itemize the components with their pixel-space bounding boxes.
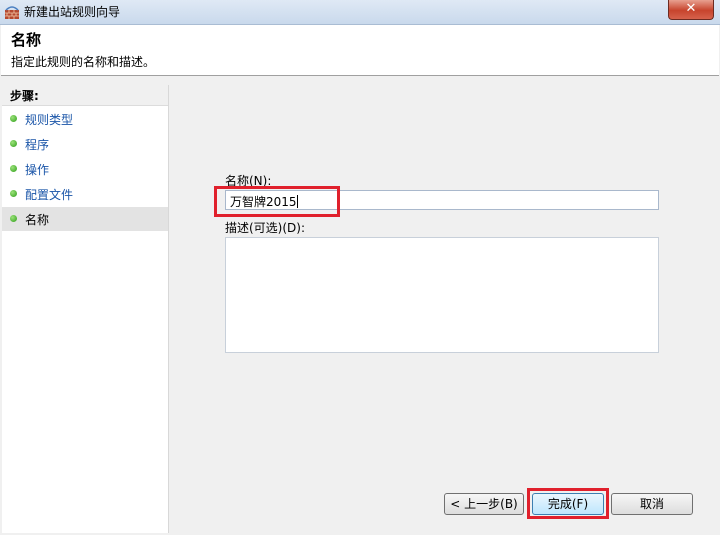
description-label: 描述(可选)(D): — [225, 221, 306, 235]
cancel-button[interactable]: 取消 — [611, 493, 693, 515]
step-status-icon — [10, 190, 17, 197]
steps-heading: 步骤: — [2, 85, 168, 106]
step-status-icon — [10, 115, 17, 122]
step-label: 程序 — [25, 138, 50, 152]
steps-heading-label: 步骤: — [10, 89, 39, 103]
wizard-header: 名称 指定此规则的名称和描述。 — [1, 25, 719, 76]
step-status-icon — [10, 165, 17, 172]
step-program[interactable]: 程序 — [2, 132, 168, 156]
description-textarea[interactable] — [225, 237, 659, 353]
step-status-icon — [10, 215, 17, 222]
firewall-icon — [5, 6, 19, 19]
step-name[interactable]: 名称 — [2, 207, 168, 231]
step-profile[interactable]: 配置文件 — [2, 182, 168, 206]
back-button[interactable]: < 上一步(B) — [444, 493, 524, 515]
wizard-content: 步骤: 规则类型 程序 操作 配置文件 名称 名称(N): 万智牌2015 描述… — [1, 76, 719, 534]
close-icon: ✕ — [685, 1, 697, 16]
step-rule-type[interactable]: 规则类型 — [2, 107, 168, 131]
step-action[interactable]: 操作 — [2, 157, 168, 181]
step-label: 操作 — [25, 163, 50, 177]
window-title: 新建出站规则向导 — [24, 5, 121, 19]
step-label: 名称 — [25, 213, 50, 227]
title-bar: 新建出站规则向导 ✕ — [0, 0, 720, 25]
page-title: 名称 — [11, 31, 42, 49]
name-highlight-box — [214, 186, 340, 217]
step-label: 配置文件 — [25, 188, 74, 202]
step-status-icon — [10, 140, 17, 147]
finish-highlight-box — [527, 488, 609, 519]
steps-panel: 步骤: 规则类型 程序 操作 配置文件 名称 — [2, 85, 169, 533]
close-button[interactable]: ✕ — [668, 0, 714, 20]
page-description: 指定此规则的名称和描述。 — [11, 55, 156, 69]
step-label: 规则类型 — [25, 113, 74, 127]
